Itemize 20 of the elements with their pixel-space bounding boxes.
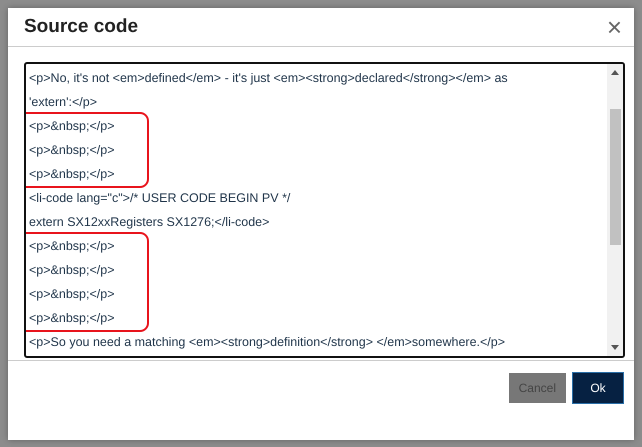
source-code-field[interactable] bbox=[24, 62, 625, 358]
code-line: 'extern':</p> bbox=[29, 94, 98, 111]
ok-button[interactable]: Ok bbox=[572, 372, 624, 404]
scrollbar[interactable] bbox=[607, 64, 623, 356]
code-line: <li-code lang="c">/* USER CODE BEGIN PV */ bbox=[29, 190, 292, 207]
close-button[interactable]: × bbox=[606, 14, 622, 40]
code-line: <p>So you need a matching <em><strong>definition</strong> </em>somewhere.</p> bbox=[29, 334, 506, 351]
code-line: <p>&nbsp;</p> bbox=[29, 118, 116, 135]
code-line: <p>&nbsp;</p> bbox=[29, 142, 116, 159]
code-line: <p>&nbsp;</p> bbox=[29, 310, 116, 327]
scroll-down-icon[interactable] bbox=[611, 345, 619, 350]
dialog-title: Source code bbox=[24, 16, 138, 38]
scroll-up-icon[interactable] bbox=[611, 70, 619, 75]
code-line: extern SX12xxRegisters SX1276;</li-code> bbox=[29, 214, 270, 231]
code-line: <p>&nbsp;</p> bbox=[29, 238, 116, 255]
code-line: <p>&nbsp;</p> bbox=[29, 262, 116, 279]
code-line: <p>&nbsp;</p> bbox=[29, 166, 116, 183]
code-line: <p>&nbsp;</p> bbox=[29, 286, 116, 303]
code-line: <p>No, it's not <em>defined</em> - it's just <em><strong>declared</strong></em> as bbox=[29, 70, 509, 87]
scrollbar-thumb[interactable] bbox=[610, 109, 620, 245]
